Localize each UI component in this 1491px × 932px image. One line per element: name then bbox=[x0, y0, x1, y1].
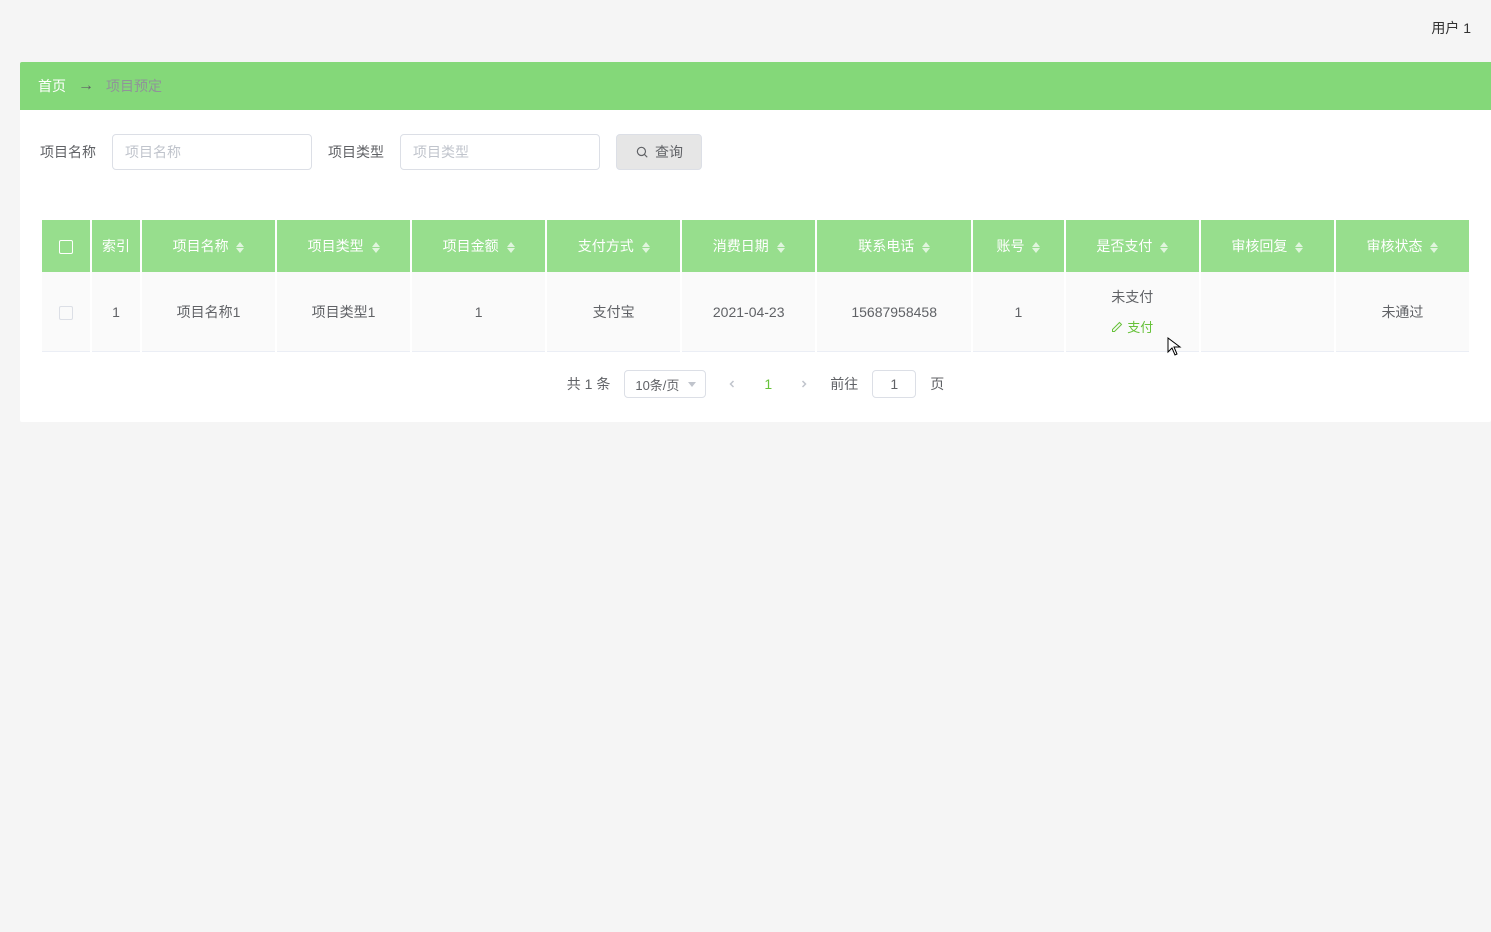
cell-account: 1 bbox=[973, 272, 1064, 352]
search-icon bbox=[635, 145, 649, 159]
table-header-row: 索引 项目名称 项目类型 项目金额 bbox=[42, 220, 1469, 272]
sort-icon[interactable] bbox=[372, 242, 380, 253]
page-size-select[interactable]: 10条/页 bbox=[624, 370, 706, 398]
edit-icon bbox=[1111, 321, 1123, 333]
col-index[interactable]: 索引 bbox=[92, 220, 140, 272]
cell-date: 2021-04-23 bbox=[682, 272, 815, 352]
chevron-left-icon bbox=[726, 378, 738, 390]
data-table: 索引 项目名称 项目类型 项目金额 bbox=[40, 220, 1471, 352]
prev-page-button[interactable] bbox=[720, 378, 744, 390]
page-number-1[interactable]: 1 bbox=[758, 376, 778, 392]
col-reviewstatus[interactable]: 审核状态 bbox=[1336, 220, 1469, 272]
row-checkbox-cell bbox=[42, 272, 90, 352]
jump-prefix: 前往 bbox=[830, 374, 858, 394]
cell-amount: 1 bbox=[412, 272, 545, 352]
col-account[interactable]: 账号 bbox=[973, 220, 1064, 272]
search-button[interactable]: 查询 bbox=[616, 134, 702, 170]
search-name-label: 项目名称 bbox=[40, 142, 96, 162]
sort-icon[interactable] bbox=[642, 242, 650, 253]
col-date[interactable]: 消费日期 bbox=[682, 220, 815, 272]
col-phone[interactable]: 联系电话 bbox=[817, 220, 971, 272]
col-name[interactable]: 项目名称 bbox=[142, 220, 275, 272]
project-name-input[interactable] bbox=[112, 134, 312, 170]
search-button-label: 查询 bbox=[655, 142, 683, 162]
pay-status-text: 未支付 bbox=[1111, 287, 1153, 307]
pagination-total: 共 1 条 bbox=[567, 374, 611, 394]
user-info[interactable]: 用户 1 bbox=[1431, 18, 1471, 38]
cell-paystatus: 未支付 支付 bbox=[1066, 272, 1199, 352]
arrow-right-icon: → bbox=[78, 77, 94, 95]
search-type-label: 项目类型 bbox=[328, 142, 384, 162]
cell-reviewstatus: 未通过 bbox=[1336, 272, 1469, 352]
main-area: 首页 → 项目预定 项目名称 项目类型 查询 bbox=[20, 62, 1491, 422]
cell-index: 1 bbox=[92, 272, 140, 352]
col-reply[interactable]: 审核回复 bbox=[1201, 220, 1334, 272]
sort-icon[interactable] bbox=[1160, 242, 1168, 253]
chevron-right-icon bbox=[798, 378, 810, 390]
sort-icon[interactable] bbox=[236, 242, 244, 253]
sort-icon[interactable] bbox=[922, 242, 930, 253]
pagination: 共 1 条 10条/页 1 前往 页 bbox=[40, 370, 1471, 398]
cell-paymethod: 支付宝 bbox=[547, 272, 680, 352]
search-bar: 项目名称 项目类型 查询 bbox=[40, 134, 1471, 170]
breadcrumb-current: 项目预定 bbox=[106, 76, 162, 96]
sort-icon[interactable] bbox=[1032, 242, 1040, 253]
select-all-checkbox[interactable] bbox=[59, 240, 73, 254]
row-checkbox[interactable] bbox=[59, 306, 73, 320]
cell-type: 项目类型1 bbox=[277, 272, 410, 352]
breadcrumb: 首页 → 项目预定 bbox=[20, 62, 1491, 110]
col-paymethod[interactable]: 支付方式 bbox=[547, 220, 680, 272]
next-page-button[interactable] bbox=[792, 378, 816, 390]
project-type-input[interactable] bbox=[400, 134, 600, 170]
content-card: 项目名称 项目类型 查询 索引 bbox=[20, 110, 1491, 422]
sort-icon[interactable] bbox=[1295, 242, 1303, 253]
table-row: 1 项目名称1 项目类型1 1 支付宝 2021-04-23 156879584… bbox=[42, 272, 1469, 352]
sort-icon[interactable] bbox=[1430, 242, 1438, 253]
jump-page-input[interactable] bbox=[872, 370, 916, 398]
col-type[interactable]: 项目类型 bbox=[277, 220, 410, 272]
header-checkbox-col bbox=[42, 220, 90, 272]
cell-phone: 15687958458 bbox=[817, 272, 971, 352]
cell-reply bbox=[1201, 272, 1334, 352]
pay-action-link[interactable]: 支付 bbox=[1111, 317, 1153, 336]
sort-icon[interactable] bbox=[507, 242, 515, 253]
cell-name: 项目名称1 bbox=[142, 272, 275, 352]
col-amount[interactable]: 项目金额 bbox=[412, 220, 545, 272]
sort-icon[interactable] bbox=[777, 242, 785, 253]
jump-suffix: 页 bbox=[930, 374, 944, 394]
breadcrumb-home[interactable]: 首页 bbox=[38, 76, 66, 96]
col-paystatus[interactable]: 是否支付 bbox=[1066, 220, 1199, 272]
